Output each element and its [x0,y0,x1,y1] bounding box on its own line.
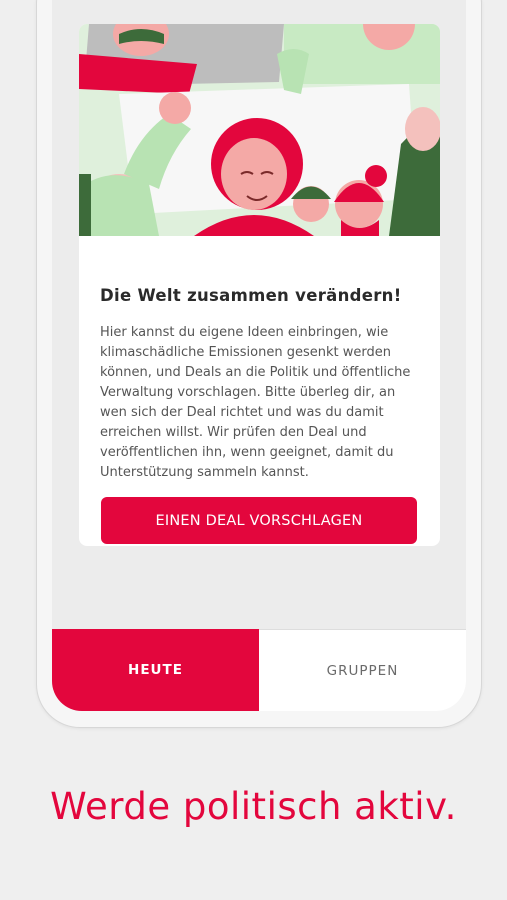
phone-screen: Die Welt zusammen verändern! Hier kannst… [52,0,466,711]
promo-tagline: Werde politisch aktiv. [50,785,457,828]
phone-frame: Die Welt zusammen verändern! Hier kannst… [36,0,482,728]
card-title: Die Welt zusammen verändern! [100,286,402,305]
tab-gruppen[interactable]: GRUPPEN [259,629,466,711]
bottom-tab-bar: HEUTE GRUPPEN [52,629,466,711]
protest-crowd-illustration [79,24,440,236]
deal-proposal-card: Die Welt zusammen verändern! Hier kannst… [79,24,440,546]
illustration-svg [79,24,440,236]
tab-heute[interactable]: HEUTE [52,629,259,711]
card-description: Hier kannst du eigene Ideen einbringen, … [100,325,411,480]
propose-deal-button[interactable]: EINEN DEAL VORSCHLAGEN [101,497,417,544]
app-store-screenshot: Die Welt zusammen verändern! Hier kannst… [0,0,507,900]
